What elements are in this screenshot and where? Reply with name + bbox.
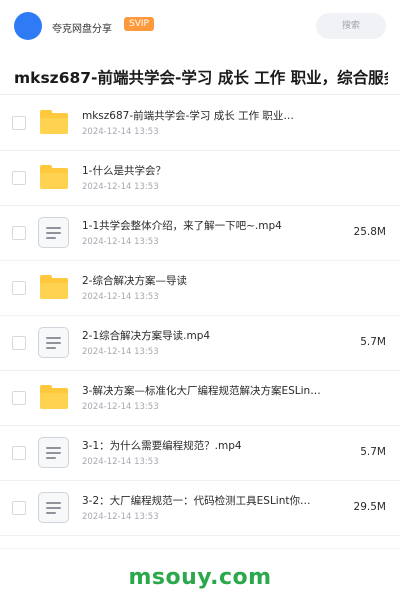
row-checkbox[interactable]	[12, 336, 26, 350]
file-row[interactable]: mksz687-前端共学会-学习 成长 工作 职业… 2024-12-14 13:…	[0, 96, 400, 151]
row-checkbox[interactable]	[12, 446, 26, 460]
row-checkbox[interactable]	[12, 501, 26, 515]
page-title: mksz687-前端共学会-学习 成长 工作 职业，综合服务👓	[14, 69, 388, 87]
video-file-icon	[38, 217, 69, 248]
row-checkbox[interactable]	[12, 281, 26, 295]
folder-icon	[40, 275, 68, 299]
title-bar: mksz687-前端共学会-学习 成长 工作 职业，综合服务👓	[0, 58, 400, 95]
video-file-icon	[38, 327, 69, 358]
file-size: 5.7M	[360, 446, 386, 458]
footer: msouy.com	[0, 548, 400, 601]
file-row[interactable]: 3-解决方案—标准化大厂编程规范解决方案ESLin… 2024-12-14 13:…	[0, 371, 400, 426]
file-row[interactable]: 3-1：为什么需要编程规范？.mp4 2024-12-14 13:53 5.7M	[0, 426, 400, 481]
file-name[interactable]: 2-1综合解决方案导读.mp4	[82, 328, 332, 343]
file-list: mksz687-前端共学会-学习 成长 工作 职业… 2024-12-14 13:…	[0, 96, 400, 536]
folder-icon	[40, 110, 68, 134]
file-date: 2024-12-14 13:53	[82, 292, 159, 302]
app-name: 夸克网盘分享	[52, 24, 112, 35]
folder-icon	[40, 165, 68, 189]
file-date: 2024-12-14 13:53	[82, 347, 159, 357]
video-file-icon	[38, 437, 69, 468]
row-checkbox[interactable]	[12, 116, 26, 130]
row-checkbox[interactable]	[12, 391, 26, 405]
file-name[interactable]: 1-什么是共学会？	[82, 163, 332, 178]
file-size: 25.8M	[353, 226, 386, 238]
row-checkbox[interactable]	[12, 171, 26, 185]
file-row[interactable]: 2-综合解决方案—导读 2024-12-14 13:53	[0, 261, 400, 316]
file-date: 2024-12-14 13:53	[82, 237, 159, 247]
file-row[interactable]: 3-2：大厂编程规范一：代码检测工具ESLint你… 2024-12-14 13:…	[0, 481, 400, 536]
file-date: 2024-12-14 13:53	[82, 182, 159, 192]
file-row[interactable]: 1-什么是共学会？ 2024-12-14 13:53	[0, 151, 400, 206]
file-date: 2024-12-14 13:53	[82, 512, 159, 522]
file-row[interactable]: 2-1综合解决方案导读.mp4 2024-12-14 13:53 5.7M	[0, 316, 400, 371]
header: 夸克网盘分享 SVIP 搜索	[0, 0, 400, 52]
file-name[interactable]: mksz687-前端共学会-学习 成长 工作 职业…	[82, 108, 332, 123]
file-name[interactable]: 3-解决方案—标准化大厂编程规范解决方案ESLin…	[82, 383, 332, 398]
row-checkbox[interactable]	[12, 226, 26, 240]
svip-badge: SVIP	[124, 17, 154, 31]
file-size: 29.5M	[353, 501, 386, 513]
file-name[interactable]: 1-1共学会整体介绍，来了解一下吧~.mp4	[82, 218, 332, 233]
folder-icon	[40, 385, 68, 409]
file-date: 2024-12-14 13:53	[82, 457, 159, 467]
file-size: 5.7M	[360, 336, 386, 348]
avatar[interactable]	[14, 12, 42, 40]
video-file-icon	[38, 492, 69, 523]
file-date: 2024-12-14 13:53	[82, 127, 159, 137]
file-name[interactable]: 3-2：大厂编程规范一：代码检测工具ESLint你…	[82, 493, 332, 508]
search-button[interactable]: 搜索	[316, 13, 386, 39]
file-name[interactable]: 2-综合解决方案—导读	[82, 273, 332, 288]
file-row[interactable]: 1-1共学会整体介绍，来了解一下吧~.mp4 2024-12-14 13:53 25…	[0, 206, 400, 261]
watermark-text: msouy.com	[128, 565, 272, 590]
file-name[interactable]: 3-1：为什么需要编程规范？.mp4	[82, 438, 332, 453]
file-date: 2024-12-14 13:53	[82, 402, 159, 412]
